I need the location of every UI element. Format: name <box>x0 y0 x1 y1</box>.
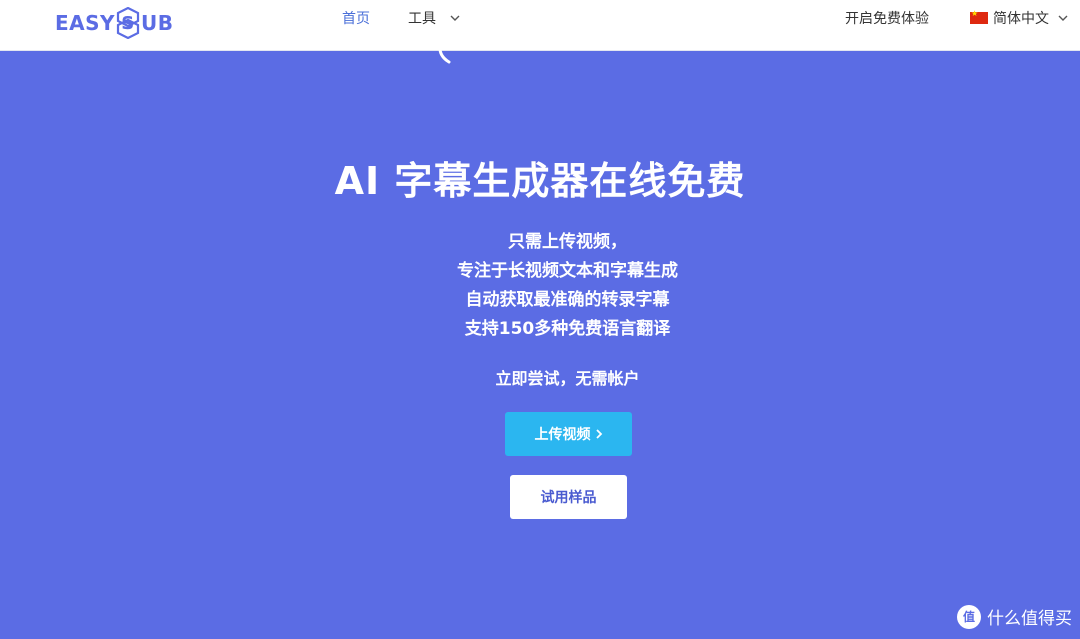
nav-tools-menu[interactable]: 工具 <box>408 8 460 28</box>
watermark: 值 什么值得买 <box>957 604 1072 629</box>
try-now-text: 立即尝试，无需帐户 <box>495 369 640 388</box>
watermark-text: 什么值得买 <box>987 609 1072 629</box>
upload-video-label: 上传视频 <box>534 427 591 443</box>
logo-s-glyph: S <box>121 13 134 34</box>
hero-line: 只需上传视频， <box>508 232 627 252</box>
try-sample-button[interactable]: 试用样品 <box>510 475 627 519</box>
easysub-logo-icon: S <box>116 7 140 39</box>
nav-free-trial-link[interactable]: 开启免费体验 <box>845 8 929 28</box>
hero-description: 只需上传视频， 专注于长视频文本和字幕生成 自动获取最准确的转录字幕 支持150… <box>0 228 1080 344</box>
chevron-right-icon <box>595 429 602 439</box>
hero-line: 专注于长视频文本和字幕生成 <box>457 261 678 281</box>
language-selector[interactable]: 简体中文 <box>970 8 1068 28</box>
hero-line: 自动获取最准确的转录字幕 <box>465 290 670 310</box>
chevron-down-icon <box>450 15 460 21</box>
upload-video-button[interactable]: 上传视频 <box>505 412 632 456</box>
nav-tools-label: 工具 <box>408 11 436 27</box>
logo-text-right: UB <box>141 11 174 35</box>
easysub-logo[interactable]: EASY S UB <box>55 7 174 39</box>
china-flag-icon <box>970 9 988 24</box>
logo-text-left: EASY <box>55 11 116 35</box>
top-header: EASY S UB 首页 工具 开启免费体验 简体中文 <box>0 0 1080 51</box>
language-label: 简体中文 <box>993 11 1049 27</box>
chevron-down-icon <box>1058 15 1068 21</box>
hero-title: AI 字幕生成器在线免费 <box>334 159 746 203</box>
hero-line: 支持150多种免费语言翻译 <box>464 319 671 339</box>
decorative-stroke <box>438 44 451 64</box>
nav-home-link[interactable]: 首页 <box>342 8 370 28</box>
watermark-badge: 值 <box>957 604 981 629</box>
